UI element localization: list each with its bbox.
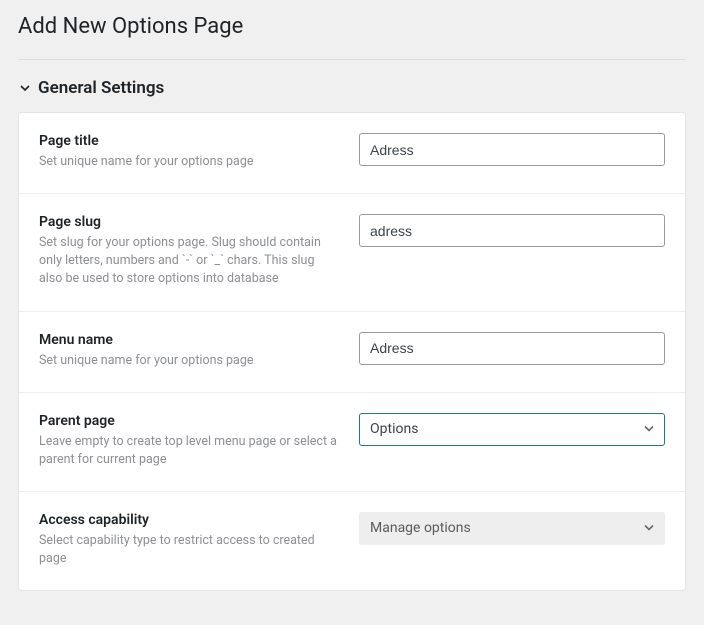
page-slug-input[interactable] <box>359 214 665 247</box>
row-page-title: Page title Set unique name for your opti… <box>19 113 685 194</box>
label-menu-name: Menu name <box>39 332 339 348</box>
parent-page-select[interactable]: Options <box>359 413 665 446</box>
label-page-slug: Page slug <box>39 214 339 230</box>
desc-parent-page: Leave empty to create top level menu pag… <box>39 433 339 469</box>
divider <box>18 59 686 60</box>
desc-access-capability: Select capability type to restrict acces… <box>39 532 339 568</box>
menu-name-input[interactable] <box>359 332 665 365</box>
settings-panel: Page title Set unique name for your opti… <box>18 112 686 591</box>
section-title: General Settings <box>38 78 164 98</box>
label-page-title: Page title <box>39 133 339 149</box>
row-page-slug: Page slug Set slug for your options page… <box>19 194 685 311</box>
chevron-down-icon <box>18 81 32 95</box>
label-access-capability: Access capability <box>39 512 339 528</box>
desc-page-slug: Set slug for your options page. Slug sho… <box>39 234 339 288</box>
page-title: Add New Options Page <box>18 14 686 39</box>
desc-menu-name: Set unique name for your options page <box>39 352 339 370</box>
parent-page-value: Options <box>370 421 418 437</box>
row-parent-page: Parent page Leave empty to create top le… <box>19 393 685 492</box>
section-toggle[interactable]: General Settings <box>18 78 686 98</box>
desc-page-title: Set unique name for your options page <box>39 153 339 171</box>
page-title-input[interactable] <box>359 133 665 166</box>
label-parent-page: Parent page <box>39 413 339 429</box>
row-menu-name: Menu name Set unique name for your optio… <box>19 312 685 393</box>
row-access-capability: Access capability Select capability type… <box>19 492 685 590</box>
access-capability-value: Manage options <box>370 520 471 536</box>
access-capability-select[interactable]: Manage options <box>359 512 665 545</box>
